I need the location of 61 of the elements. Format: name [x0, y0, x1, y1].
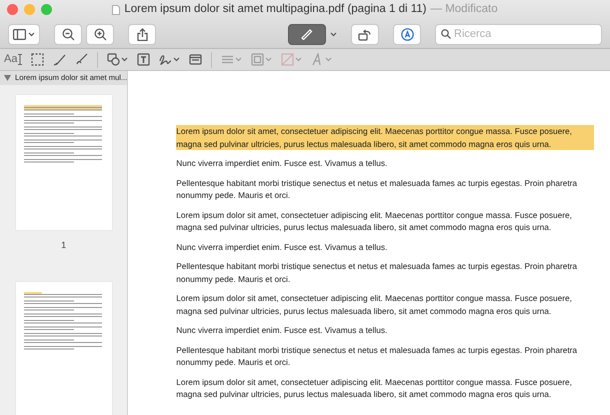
- annotate-button[interactable]: [393, 24, 421, 44]
- signature-icon: [159, 53, 172, 66]
- pen-icon: [53, 53, 66, 66]
- fill-color-icon: [281, 53, 294, 66]
- page-thumbnail[interactable]: [16, 95, 112, 230]
- markup-menu-button[interactable]: [330, 32, 337, 36]
- annotate-icon: [400, 28, 414, 40]
- zoom-out-icon: [62, 28, 74, 40]
- zoom-in-button[interactable]: [86, 24, 114, 44]
- border-color-icon: [251, 53, 264, 66]
- body-paragraph: Pellentesque habitant morbi tristique senectus et netus et malesuada fames ac turpis egestas. Proin pharetra nonummy pede. Mauris et orci.: [176, 176, 578, 202]
- share-button[interactable]: [128, 24, 156, 44]
- text-box-icon: [137, 53, 150, 66]
- sidebar-button[interactable]: [8, 24, 40, 44]
- sign-tool[interactable]: [159, 53, 180, 66]
- zoom-out-button[interactable]: [54, 24, 82, 44]
- shapes-icon: [107, 53, 120, 66]
- sketch-tool[interactable]: [53, 53, 66, 66]
- body-paragraph: Nunc viverra imperdiet enim. Fusce est. Vivamus a tellus.: [176, 240, 388, 253]
- markup-button[interactable]: [288, 24, 326, 44]
- body-paragraph: Nunc viverra imperdiet enim. Fusce est. Vivamus a tellus.: [176, 324, 388, 336]
- body-paragraph: Lorem ipsum dolor sit amet, consectetuer adipiscing elit. Maecenas porttitor congue massa. Fusce posuere, magna sed pulvinar ultricies, purus lectus malesuada libero, sit amet commodo magna eros quis urna.: [176, 292, 573, 317]
- edited-status: — Modificato: [430, 2, 498, 18]
- line-style-icon: [221, 53, 234, 66]
- pen-icon: [300, 28, 314, 40]
- highlighted-paragraph: Lorem ipsum dolor sit amet, consectetuer adipiscing elit. Maecenas porttitor congue massa. Fusce posuere, magna sed pulvinar ultricies, purus lectus malesuada libero, sit amet commodo magna eros quis urna.: [176, 125, 594, 150]
- window-title: Lorem ipsum dolor sit amet multipagina.pdf (pagina 1 di 11): [124, 2, 427, 18]
- search-input[interactable]: Ricerca: [454, 26, 594, 42]
- zoom-in-icon: [94, 28, 106, 40]
- chevron-icon: [330, 32, 337, 36]
- chevron-icon: [325, 57, 332, 62]
- page-number: 1: [60, 239, 68, 252]
- selection-icon: [31, 53, 44, 66]
- text-tool[interactable]: [137, 53, 150, 66]
- text-style-button[interactable]: Aa: [4, 51, 22, 68]
- brush-icon: [75, 53, 88, 66]
- selection-tool[interactable]: [31, 53, 44, 66]
- body-paragraph: Pellentesque habitant morbi tristique senectus et netus et malesuada fames ac turpis egestas. Proin pharetra nonummy pede. Mauris et orci.: [176, 260, 578, 285]
- chevron-icon: [28, 32, 35, 36]
- sidebar-icon: [13, 28, 26, 40]
- body-paragraph: Lorem ipsum dolor sit amet, consectetuer adipiscing elit. Maecenas porttitor congue massa. Fusce posuere, magna sed pulvinar ultricies, purus lectus malesuada libero, sit amet commodo magna eros quis urna.: [176, 376, 573, 400]
- note-icon: [189, 53, 202, 66]
- page-thumbnail[interactable]: [16, 282, 112, 415]
- cursor-icon: [18, 54, 22, 65]
- draw-tool[interactable]: [75, 53, 88, 66]
- chevron-icon: [173, 57, 180, 62]
- rotate-button[interactable]: [351, 24, 379, 44]
- chevron-icon: [121, 57, 128, 62]
- search-field[interactable]: Ricerca: [435, 24, 602, 44]
- shapes-tool[interactable]: [107, 53, 128, 66]
- search-icon: [441, 29, 451, 39]
- chevron-icon: [265, 57, 272, 62]
- body-paragraph: Nunc viverra imperdiet enim. Fusce est. Vivamus a tellus.: [176, 157, 388, 170]
- chevron-icon: [295, 57, 302, 62]
- body-paragraph: Lorem ipsum dolor sit amet, consectetuer adipiscing elit. Maecenas porttitor congue massa. Fusce posuere, magna sed pulvinar ultricies, purus lectus malesuada libero, sit amet commodo magna eros quis urna.: [176, 208, 573, 234]
- chevron-icon: [235, 57, 242, 62]
- note-tool[interactable]: [189, 53, 202, 66]
- share-icon: [136, 28, 148, 40]
- rotate-icon: [358, 28, 372, 40]
- document-icon: [112, 5, 120, 15]
- body-paragraph: Pellentesque habitant morbi tristique senectus et netus et malesuada fames ac turpis egestas. Proin pharetra nonummy pede. Mauris et orci.: [176, 344, 578, 368]
